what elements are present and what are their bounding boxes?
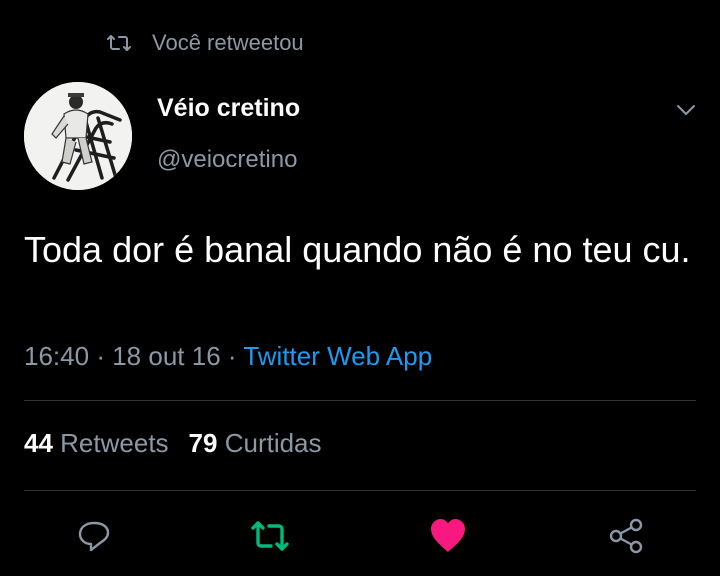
retweets-stat[interactable]: 44 Retweets (24, 428, 169, 458)
divider (24, 490, 696, 491)
heart-icon (429, 518, 467, 559)
likes-count: 79 (188, 428, 218, 458)
retweet-button[interactable] (250, 518, 290, 558)
chevron-down-icon[interactable] (673, 100, 699, 120)
retweet-icon (250, 519, 290, 558)
likes-stat[interactable]: 79 Curtidas (189, 428, 322, 458)
reply-button[interactable] (74, 518, 114, 558)
tweet-date: 18 out 16 (112, 341, 221, 371)
like-button[interactable] (428, 518, 468, 558)
author-display-name[interactable]: Véio cretino (157, 94, 300, 123)
divider (24, 400, 696, 401)
retweet-icon (106, 33, 132, 53)
tweet-stats: 44 Retweets 79 Curtidas (24, 428, 322, 459)
share-icon (607, 517, 645, 560)
tweet-meta: 16:40 · 18 out 16 · Twitter Web App (24, 341, 432, 372)
retweets-count: 44 (24, 428, 53, 458)
tweet-text: Toda dor é banal quando não é no teu cu. (24, 229, 691, 270)
reply-icon (76, 518, 112, 559)
tweet-client-link[interactable]: Twitter Web App (243, 341, 432, 371)
meta-separator: · (96, 341, 105, 371)
retweet-context-label: Você retweetou (152, 30, 304, 55)
avatar[interactable] (24, 82, 132, 190)
tweet-time: 16:40 (24, 341, 90, 371)
share-button[interactable] (606, 518, 646, 558)
retweet-context: Você retweetou (106, 28, 304, 58)
author-handle[interactable]: @veiocretino (157, 146, 297, 174)
likes-label: Curtidas (224, 428, 322, 458)
retweets-label: Retweets (60, 428, 169, 458)
meta-separator: · (227, 341, 237, 371)
